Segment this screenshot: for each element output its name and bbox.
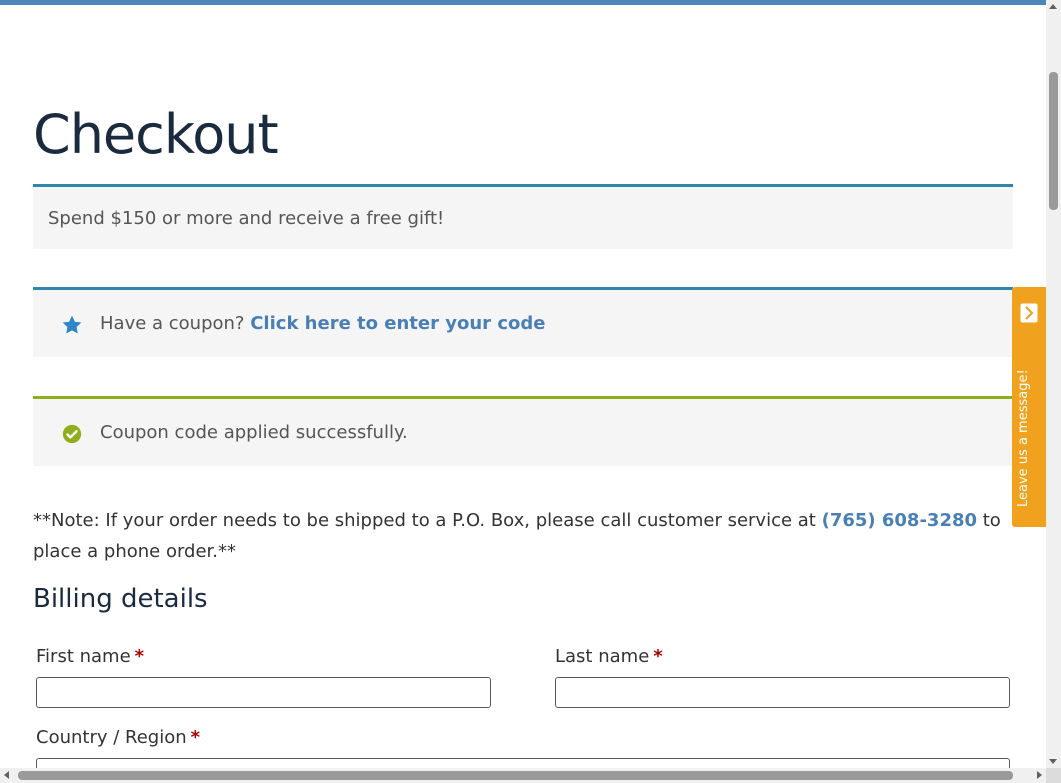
first-name-input[interactable] <box>36 677 491 708</box>
vertical-scrollbar[interactable] <box>1046 0 1061 768</box>
page-title: Checkout <box>33 103 279 166</box>
coupon-success-notice: Coupon code applied successfully. <box>33 396 1013 466</box>
leave-message-label: Leave us a message! <box>1016 369 1031 507</box>
scroll-up-arrow-icon[interactable] <box>1049 4 1057 9</box>
scroll-right-arrow-icon[interactable] <box>1037 771 1042 779</box>
billing-heading: Billing details <box>33 584 208 614</box>
last-name-input[interactable] <box>555 677 1010 708</box>
chevron-right-icon <box>1020 303 1038 323</box>
scroll-down-arrow-icon[interactable] <box>1049 759 1057 764</box>
last-name-label: Last name * <box>555 646 663 667</box>
gift-notice: Spend $150 or more and receive a free gi… <box>33 184 1013 249</box>
phone-link[interactable]: (765) 608-3280 <box>822 510 977 531</box>
top-accent-bar <box>0 0 1046 5</box>
enter-coupon-link[interactable]: Click here to enter your code <box>250 313 545 334</box>
required-mark: * <box>134 646 145 667</box>
horizontal-scrollbar[interactable] <box>0 768 1046 783</box>
po-note-text-start: **Note: If your order needs to be shippe… <box>33 510 822 531</box>
coupon-success-text: Coupon code applied successfully. <box>100 422 408 443</box>
gift-notice-text: Spend $150 or more and receive a free gi… <box>48 208 445 229</box>
country-label: Country / Region * <box>36 727 201 748</box>
coupon-notice: Have a coupon? Click here to enter your … <box>33 287 1013 357</box>
star-icon <box>62 315 82 334</box>
check-circle-icon <box>62 424 82 444</box>
scrollbar-corner <box>1046 768 1061 783</box>
horizontal-scroll-thumb[interactable] <box>18 771 1013 780</box>
required-mark: * <box>190 727 201 748</box>
vertical-scroll-thumb[interactable] <box>1049 72 1058 210</box>
leave-message-tab[interactable]: Leave us a message! <box>1012 287 1046 527</box>
scroll-left-arrow-icon[interactable] <box>4 771 9 779</box>
first-name-label: First name * <box>36 646 145 667</box>
required-mark: * <box>653 646 663 667</box>
po-box-note: **Note: If your order needs to be shippe… <box>33 505 1018 567</box>
coupon-prompt: Have a coupon? <box>100 313 245 334</box>
